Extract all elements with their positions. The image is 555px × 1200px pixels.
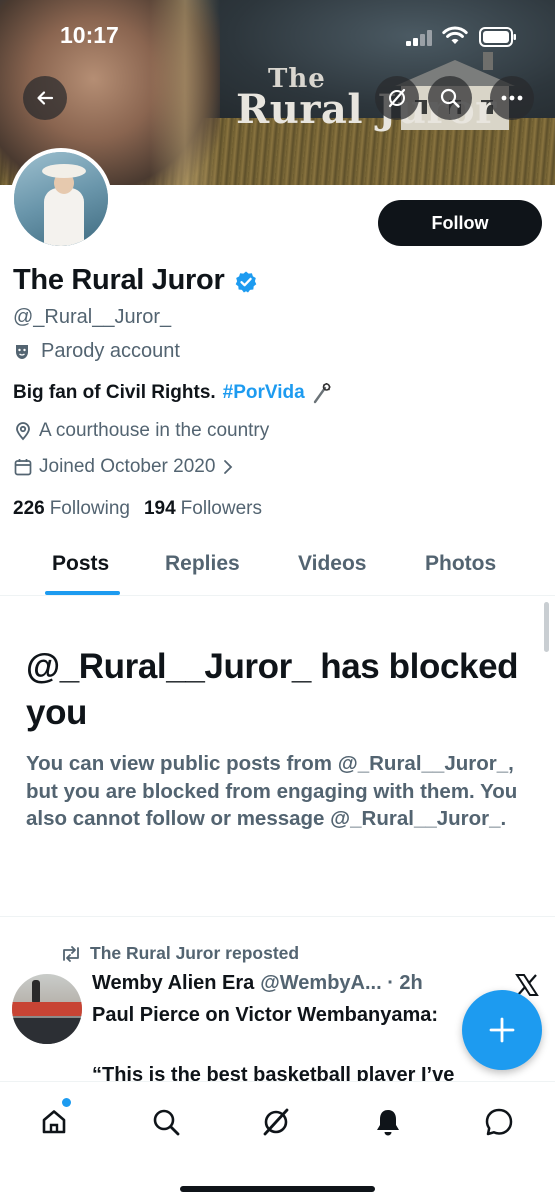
active-tab-indicator	[45, 591, 120, 595]
profile-name: The Rural Juror	[13, 264, 225, 296]
section-divider	[0, 916, 555, 917]
repost-label: The Rural Juror reposted	[90, 943, 300, 963]
following-label: Following	[49, 498, 130, 519]
more-options-button[interactable]	[490, 76, 534, 120]
tweet-author-avatar[interactable]	[12, 974, 82, 1044]
repost-icon	[63, 945, 79, 962]
grok-icon	[388, 88, 406, 108]
nav-grok[interactable]	[254, 1100, 298, 1144]
nav-search[interactable]	[144, 1100, 188, 1144]
nav-home[interactable]	[32, 1098, 76, 1144]
nav-messages[interactable]	[477, 1100, 521, 1144]
followers-count: 194	[143, 498, 176, 519]
back-button[interactable]	[23, 76, 67, 120]
follow-button[interactable]: Follow	[378, 200, 542, 246]
repost-indicator[interactable]: The Rural Juror reposted	[60, 943, 299, 964]
followers-link[interactable]: 194 Followers	[144, 498, 262, 520]
tweet-text-line1: Paul Pierce on Victor Wembanyama:	[92, 1004, 439, 1026]
avatar-red-stripe	[12, 1002, 82, 1016]
theater-masks-icon	[16, 344, 28, 359]
wifi-icon	[442, 26, 468, 44]
tab-photos[interactable]: Photos	[425, 552, 496, 576]
avatar-player-figure	[32, 980, 40, 1004]
location-pin-icon	[16, 422, 30, 441]
compose-post-button[interactable]	[462, 990, 542, 1070]
home-indicator	[180, 1186, 375, 1192]
messages-icon	[485, 1108, 513, 1136]
nav-notifications[interactable]	[366, 1100, 410, 1144]
notifications-icon	[377, 1110, 399, 1136]
tab-replies[interactable]: Replies	[165, 552, 240, 576]
avatar-figure-body	[44, 188, 84, 246]
status-bar: 10:17	[0, 0, 555, 70]
battery-icon	[479, 27, 516, 47]
search-profile-button[interactable]	[428, 76, 472, 120]
tab-videos[interactable]: Videos	[298, 552, 366, 576]
profile-handle: @_Rural__Juror_	[13, 306, 172, 328]
status-time: 10:17	[60, 22, 119, 48]
location-text: A courthouse in the country	[39, 420, 270, 441]
blocked-description: You can view public posts from @_Rural__…	[26, 752, 518, 830]
following-link[interactable]: 226 Following	[13, 498, 130, 520]
profile-name-row: The Rural Juror	[13, 264, 258, 297]
grok-button[interactable]	[375, 76, 419, 120]
profile-location: A courthouse in the country	[13, 420, 269, 442]
profile-avatar[interactable]	[10, 148, 112, 250]
parody-label: Parody account	[41, 340, 180, 362]
joined-text: Joined October 2020	[39, 456, 216, 477]
calendar-icon	[14, 459, 32, 476]
verified-badge-icon[interactable]	[234, 270, 258, 294]
bio-hashtag-link[interactable]: #PorVida	[223, 382, 305, 404]
arrow-left-icon	[37, 91, 54, 105]
more-horizontal-icon	[501, 95, 523, 101]
blocked-title: @_Rural__Juror_ has blocked you	[26, 647, 519, 732]
tweet-author-meta: @WembyA... · 2h	[260, 972, 423, 994]
following-count: 226	[13, 498, 45, 519]
followers-label: Followers	[180, 498, 262, 519]
scrollbar[interactable]	[544, 602, 549, 652]
spurs-emoji-icon	[313, 383, 331, 404]
home-icon	[42, 1110, 66, 1134]
parody-label-row: Parody account	[13, 340, 180, 363]
tweet-author-name[interactable]: Wemby Alien Era	[92, 972, 254, 995]
home-notification-dot	[62, 1098, 71, 1107]
profile-joined[interactable]: Joined October 2020	[13, 456, 233, 478]
bottom-navigation	[0, 1081, 555, 1200]
chevron-right-icon	[224, 460, 233, 474]
plus-icon	[489, 1017, 515, 1043]
profile-tabs: Posts Replies Videos Photos	[0, 540, 555, 596]
search-icon	[440, 88, 460, 108]
tab-posts[interactable]: Posts	[52, 552, 109, 576]
grok-icon	[263, 1108, 289, 1136]
cellular-signal-icon	[406, 30, 432, 46]
avatar-figure-hat	[42, 164, 86, 178]
bio-text: Big fan of Civil Rights.	[13, 382, 216, 403]
profile-bio: Big fan of Civil Rights. #PorVida	[13, 382, 333, 404]
avatar-dark-band	[12, 1018, 82, 1044]
follow-counts: 226 Following 194 Followers	[13, 498, 262, 520]
tweet-header: Wemby Alien Era @WembyA... · 2h	[92, 972, 423, 995]
search-icon	[153, 1109, 180, 1136]
tweet-text-line2: “This is the best basketball player I’ve	[92, 1064, 455, 1082]
